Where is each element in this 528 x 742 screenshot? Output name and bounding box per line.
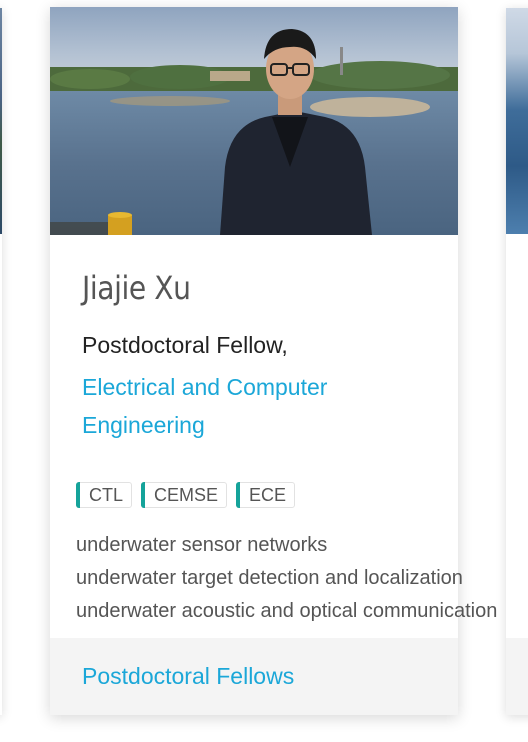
card-footer: Postdoctoral Fellows [50, 638, 458, 715]
research-interest-item: underwater target detection and localiza… [76, 567, 463, 589]
postdoctoral-fellows-link[interactable]: Postdoctoral Fellows [82, 663, 294, 690]
research-interest-item: underwater acoustic and optical communic… [76, 600, 498, 622]
research-interests: underwater sensor networks underwater ta… [76, 529, 506, 628]
profile-photo[interactable] [50, 7, 458, 235]
profile-card[interactable]: Jiajie Xu Postdoctoral Fellow, Electrica… [50, 7, 497, 715]
next-profile-photo [506, 8, 528, 234]
next-card-footer [506, 638, 528, 715]
tag-ece[interactable]: ECE [236, 482, 296, 508]
research-interest-item: underwater sensor networks [76, 534, 328, 556]
profile-photo-image [50, 7, 458, 235]
tag-cemse[interactable]: CEMSE [141, 482, 228, 508]
profile-role: Postdoctoral Fellow, [82, 332, 288, 358]
profile-name: Jiajie Xu [82, 269, 191, 307]
tag-ctl[interactable]: CTL [76, 482, 133, 508]
next-profile-card[interactable] [506, 8, 528, 715]
profile-tags: CTL CEMSE ECE [76, 482, 296, 508]
previous-profile-card[interactable] [0, 8, 2, 715]
previous-profile-photo [0, 8, 2, 234]
people-carousel: Jiajie Xu Postdoctoral Fellow, Electrica… [0, 0, 528, 742]
profile-department-link[interactable]: Electrical and Computer Engineering [82, 368, 412, 444]
